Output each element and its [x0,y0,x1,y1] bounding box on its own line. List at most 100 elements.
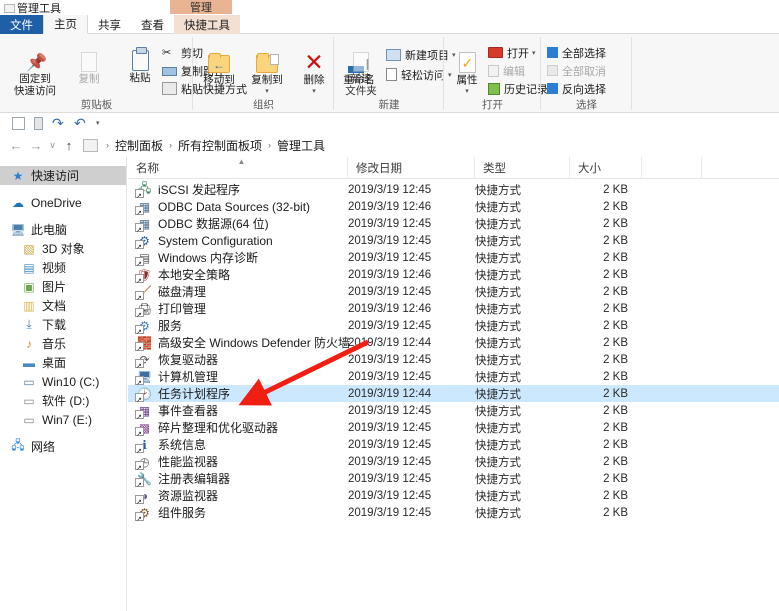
table-row[interactable]: 🛡 本地安全策略 2019/3/19 12:46 快捷方式 2 KB [128,266,779,285]
forward-button[interactable]: → [26,135,46,155]
table-row[interactable]: 🧱 高级安全 Windows Defender 防火墙2019/3/19 12:4… [128,334,779,353]
sidebar-item-1[interactable]: ☁ OneDrive [0,193,126,212]
table-row[interactable]: 🖥 计算机管理 2019/3/19 12:45 快捷方式 2 KB [128,368,779,387]
sidebar-item-10[interactable]: ▭ Win10 (C:) [0,372,126,391]
sidebar-item-7[interactable]: ⤓ 下载 [0,315,126,334]
tab-file[interactable]: 文件 [0,15,43,34]
file-name: 服务 [158,319,183,333]
invert-selection-button[interactable]: 反向选择 [547,80,606,97]
undo-icon[interactable]: ↶ [74,116,87,130]
sidebar-item-2[interactable]: 🖥 此电脑 [0,220,126,239]
cell-name: 🖥 计算机管理 [128,368,348,387]
column-header-0[interactable]: 名称 ▲ [128,156,348,179]
scissors-icon: ✂ [162,46,172,59]
table-row[interactable]: ▤ Windows 内存诊断 2019/3/19 12:45 快捷方式 2 KB [128,249,779,268]
pin-to-quick-access-button[interactable]: 固定到 快速访问 [8,42,62,97]
copy-to-dropdown-caret[interactable]: ▾ [243,87,291,95]
sidebar-item-4[interactable]: ▤ 视频 [0,258,126,277]
column-header-1[interactable]: 修改日期 [348,156,475,179]
table-row[interactable]: 🖨 打印管理 2019/3/19 12:46 快捷方式 2 KB [128,300,779,319]
taskschd-icon: 🕑 [135,386,153,404]
table-row[interactable]: ⟳ 恢复驱动器 2019/3/19 12:45 快捷方式 2 KB [128,351,779,370]
pin-to-quick-access-label: 固定到 快速访问 [14,73,56,97]
tab-shortcut-tools[interactable]: 快捷工具 [174,15,240,34]
tab-home[interactable]: 主页 [43,15,88,34]
recent-locations-button[interactable]: ∨ [46,135,59,155]
cell-size: 2 KB [603,217,628,230]
copy-button[interactable]: 复制 [62,42,116,86]
redo-icon[interactable]: ↷ [52,116,65,130]
sidebar-item-9[interactable]: ▬ 桌面 [0,353,126,372]
pc-icon: 🖥 [10,222,26,237]
copy-to-button[interactable]: 复制到 ▾ [243,43,291,95]
table-row[interactable]: 🔧 注册表编辑器 2019/3/19 12:45 快捷方式 2 KB [128,470,779,489]
sidebar-item-6[interactable]: ▥ 文档 [0,296,126,315]
file-name: 计算机管理 [158,370,219,384]
breadcrumb-item-admin-tools[interactable]: 管理工具 [277,137,325,154]
cell-type: 快捷方式 [475,252,521,265]
delete-button[interactable]: ✕ 删除 ▾ [293,43,335,95]
properties-check-icon[interactable] [12,116,25,130]
breadcrumb-separator[interactable]: › [100,140,115,150]
table-row[interactable]: ◑ 资源监视器 2019/3/19 12:45 快捷方式 2 KB [128,487,779,506]
history-button[interactable]: 历史记录 [488,80,548,97]
table-row[interactable]: ⚙ 组件服务 2019/3/19 12:45 快捷方式 2 KB [128,504,779,523]
column-header-3[interactable]: 大小 [570,156,642,179]
table-row[interactable]: ◷ 性能监视器 2019/3/19 12:45 快捷方式 2 KB [128,453,779,472]
navigation-pane[interactable]: ★ 快速访问 ☁ OneDrive 🖥 此电脑 ▧ 3D 对象 ▤ 视频 ▣ 图片 ▥ 文档 ⤓ 下载 ♪ 音乐 ▬… [0,157,127,611]
cell-modified-date: 2019/3/19 12:46 [348,302,432,315]
printmgmt-icon: 🖨 [135,301,153,319]
new-folder-button[interactable]: 新建 文件夹 [338,42,384,97]
sidebar-item-5[interactable]: ▣ 图片 [0,277,126,296]
select-none-button[interactable]: 全部取消 [547,62,606,79]
address-bar: ← → ∨ ↑ › 控制面板 › 所有控制面板项 › 管理工具 [0,133,779,157]
sidebar-item-0[interactable]: ★ 快速访问 [0,166,126,185]
sidebar-item-12[interactable]: ▭ Win7 (E:) [0,410,126,429]
table-row[interactable]: ⚙ 服务 2019/3/19 12:45 快捷方式 2 KB [128,317,779,336]
table-row[interactable]: ⚙ System Configuration 2019/3/19 12:45 快捷方式… [128,232,779,251]
table-row[interactable]: ▦ ODBC Data Sources (32-bit) 2019/3/19 12:… [128,198,779,217]
column-header-4[interactable] [642,156,702,179]
column-header-2[interactable]: 类型 [475,156,570,179]
file-name: 打印管理 [158,302,207,316]
paste-button[interactable]: 粘贴 [113,41,167,85]
back-button[interactable]: ← [6,135,26,155]
move-to-dropdown-caret[interactable]: ▾ [195,87,243,95]
breadcrumb-separator[interactable]: › [163,140,178,150]
select-all-button[interactable]: 全部选择 [547,44,606,61]
sidebar-item-13[interactable]: 🖧 网络 [0,437,126,456]
open-dropdown-caret[interactable]: ▾ [532,49,536,57]
title-bar: 管理工具 [0,0,779,15]
table-row[interactable]: 🧹 磁盘清理 2019/3/19 12:45 快捷方式 2 KB [128,283,779,302]
cell-modified-date: 2019/3/19 12:46 [348,268,432,281]
breadcrumb-separator[interactable]: › [262,140,277,150]
properties-dropdown-caret[interactable]: ▾ [448,87,486,95]
cell-name: ⚙ 组件服务 [128,504,348,523]
sidebar-item-8[interactable]: ♪ 音乐 [0,334,126,353]
sidebar-item-11[interactable]: ▭ 软件 (D:) [0,391,126,410]
breadcrumb-item-control-panel[interactable]: 控制面板 [115,137,163,154]
open-button[interactable]: 打开 ▾ [488,44,536,61]
table-row[interactable]: ▦ 事件查看器 2019/3/19 12:45 快捷方式 2 KB [128,402,779,421]
table-row[interactable]: ℹ 系统信息 2019/3/19 12:45 快捷方式 2 KB [128,436,779,455]
table-row[interactable]: 🕑 任务计划程序 2019/3/19 12:44 快捷方式 2 KB [128,385,779,404]
move-to-label: 移动到 [203,74,235,86]
window-title: 管理工具 [17,2,61,15]
delete-dropdown-caret[interactable]: ▾ [293,87,335,95]
edit-button[interactable]: 编辑 [488,62,525,79]
table-row[interactable]: ▦ ODBC 数据源(64 位) 2019/3/19 12:45 快捷方式 2 KB [128,215,779,234]
properties-button[interactable]: ✓ 属性 ▾ [448,43,486,95]
chevron-down-icon[interactable]: ▾ [96,117,109,130]
table-row[interactable]: ▩ 碎片整理和优化驱动器 2019/3/19 12:45 快捷方式 2 KB [128,419,779,438]
up-button[interactable]: ↑ [59,135,79,155]
new-folder-small-icon[interactable] [34,116,43,130]
table-row[interactable]: 🖧 iSCSI 发起程序 2019/3/19 12:45 快捷方式 2 KB [128,181,779,200]
breadcrumb-item-all-items[interactable]: 所有控制面板项 [178,137,262,154]
file-name: 高级安全 Windows Defender 防火墙 [158,336,351,350]
sidebar-item-3[interactable]: ▧ 3D 对象 [0,239,126,258]
easy-access-button[interactable]: 轻松访问 ▾ [386,66,452,83]
tab-share[interactable]: 共享 [88,15,131,34]
sidebar-item-label: 网络 [31,440,56,454]
move-to-button[interactable]: ← 移动到 ▾ [195,43,243,95]
tab-view[interactable]: 查看 [131,15,174,34]
